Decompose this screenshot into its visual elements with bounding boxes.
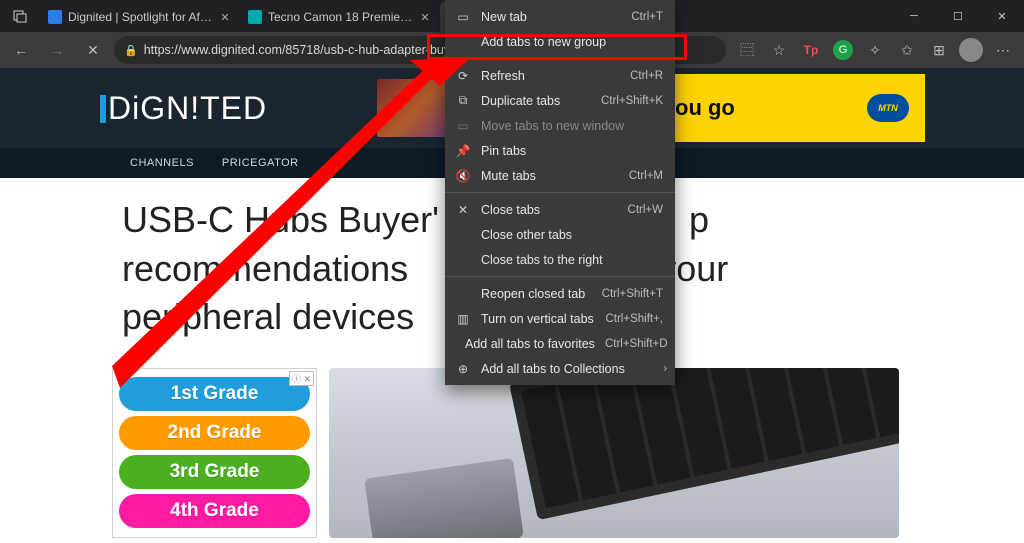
back-button[interactable]: ← <box>6 35 36 65</box>
more-menu-button[interactable]: ⋯ <box>988 35 1018 65</box>
menu-item-icon: ✕ <box>455 203 471 217</box>
site-logo[interactable]: DiGN!TED <box>100 90 267 127</box>
menu-item-turn-on-vertical-tabs[interactable]: ▥ Turn on vertical tabs Ctrl+Shift+, <box>445 306 675 331</box>
menu-item-close-tabs[interactable]: ✕ Close tabs Ctrl+W <box>445 197 675 222</box>
profile-avatar[interactable] <box>956 35 986 65</box>
menu-item-shortcut: Ctrl+Shift+, <box>605 313 663 325</box>
favicon-icon <box>248 10 262 24</box>
nav-pricegator[interactable]: PRICEGATOR <box>222 157 299 169</box>
menu-item-shortcut: Ctrl+W <box>628 204 663 216</box>
mtn-logo-icon: MTN <box>867 94 909 122</box>
menu-item-icon: ▭ <box>455 10 471 24</box>
extensions-icon[interactable]: ✧ <box>860 35 890 65</box>
grade-2-button[interactable]: 2nd Grade <box>119 416 310 450</box>
favorite-icon[interactable]: ☆ <box>764 35 794 65</box>
menu-item-icon: 📌 <box>455 144 471 158</box>
menu-item-refresh[interactable]: ⟳ Refresh Ctrl+R <box>445 63 675 88</box>
close-tab-icon[interactable]: ✕ <box>218 10 232 24</box>
menu-item-label: Add tabs to new group <box>481 35 653 49</box>
tab-actions-button[interactable] <box>0 0 40 32</box>
ad-close-icon[interactable]: ⓘ ✕ <box>289 371 314 386</box>
favorites-bar-icon[interactable]: ✩ <box>892 35 922 65</box>
menu-item-label: Add all tabs to Collections <box>481 362 653 376</box>
menu-item-label: Pin tabs <box>481 144 653 158</box>
article-heading: USB-C Hubs Buyer' p recommendations g yo… <box>0 178 820 342</box>
menu-item-label: Duplicate tabs <box>481 94 591 108</box>
nav-channels[interactable]: CHANNELS <box>130 157 194 169</box>
menu-item-shortcut: Ctrl+Shift+K <box>601 95 663 107</box>
menu-item-new-tab[interactable]: ▭ New tab Ctrl+T <box>445 4 675 29</box>
extension-grammarly-icon[interactable]: G <box>828 35 858 65</box>
header-ad-banner[interactable]: ou go MTN <box>665 74 925 142</box>
menu-item-label: New tab <box>481 10 621 24</box>
menu-item-close-tabs-to-the-right[interactable]: Close tabs to the right <box>445 247 675 272</box>
menu-item-label: Close tabs <box>481 203 618 217</box>
url-text: https://www.dignited.com/85718/usb-c-hub… <box>144 43 468 57</box>
menu-item-add-tabs-to-new-group[interactable]: Add tabs to new group <box>445 29 675 54</box>
sidebar-ad-grades[interactable]: ⓘ ✕ 1st Grade 2nd Grade 3rd Grade 4th Gr… <box>112 368 317 538</box>
extension-tp-icon[interactable]: Tp <box>796 35 826 65</box>
favicon-icon <box>48 10 62 24</box>
menu-item-mute-tabs[interactable]: 🔇 Mute tabs Ctrl+M <box>445 163 675 188</box>
menu-item-icon: ⊕ <box>455 362 471 376</box>
menu-item-pin-tabs[interactable]: 📌 Pin tabs <box>445 138 675 163</box>
menu-item-icon: ⧉ <box>455 93 471 108</box>
article-hero-image <box>329 368 899 538</box>
menu-item-duplicate-tabs[interactable]: ⧉ Duplicate tabs Ctrl+Shift+K <box>445 88 675 113</box>
menu-item-reopen-closed-tab[interactable]: Reopen closed tab Ctrl+Shift+T <box>445 281 675 306</box>
menu-item-close-other-tabs[interactable]: Close other tabs <box>445 222 675 247</box>
menu-item-icon: 🔇 <box>455 169 471 183</box>
menu-item-label: Refresh <box>481 69 620 83</box>
tab-context-menu[interactable]: ▭ New tab Ctrl+T Add tabs to new group ⟳ Refr… <box>445 0 675 385</box>
close-tab-icon[interactable]: ✕ <box>418 10 432 24</box>
grade-1-button[interactable]: 1st Grade <box>119 377 310 411</box>
menu-item-label: Move tabs to new window <box>481 119 653 133</box>
tab-1[interactable]: Dignited | Spotlight for African T ✕ <box>40 2 240 32</box>
reader-icon[interactable]: ⿳ <box>732 35 762 65</box>
ad-text: ou go <box>675 95 735 121</box>
grade-3-button[interactable]: 3rd Grade <box>119 455 310 489</box>
tab-label: Dignited | Spotlight for African T <box>68 10 214 24</box>
menu-item-shortcut: Ctrl+R <box>630 70 663 82</box>
menu-item-label: Mute tabs <box>481 169 619 183</box>
minimize-button[interactable]: ─ <box>892 0 936 32</box>
menu-item-shortcut: Ctrl+Shift+D <box>605 338 668 350</box>
window-controls: ─ ☐ ✕ <box>892 0 1024 32</box>
maximize-button[interactable]: ☐ <box>936 0 980 32</box>
close-window-button[interactable]: ✕ <box>980 0 1024 32</box>
tab-label: Tecno Camon 18 Premier Releas <box>268 10 414 24</box>
menu-item-label: Close tabs to the right <box>481 253 653 267</box>
menu-item-icon: ▭ <box>455 119 471 133</box>
menu-item-add-all-tabs-to-favorites[interactable]: Add all tabs to favorites Ctrl+Shift+D <box>445 331 675 356</box>
menu-item-label: Add all tabs to favorites <box>465 337 595 351</box>
collections-icon[interactable]: ⊞ <box>924 35 954 65</box>
menu-item-label: Reopen closed tab <box>481 287 592 301</box>
site-info-icon[interactable]: 🔒 <box>124 44 138 57</box>
menu-item-shortcut: Ctrl+M <box>629 170 663 182</box>
menu-item-label: Turn on vertical tabs <box>481 312 595 326</box>
forward-button: → <box>42 35 72 65</box>
tab-2[interactable]: Tecno Camon 18 Premier Releas ✕ <box>240 2 440 32</box>
menu-item-icon: ▥ <box>455 312 471 326</box>
chevron-right-icon: › <box>664 363 667 374</box>
menu-item-icon: ⟳ <box>455 69 471 83</box>
menu-item-shortcut: Ctrl+Shift+T <box>602 288 663 300</box>
menu-item-move-tabs-to-new-window: ▭ Move tabs to new window <box>445 113 675 138</box>
stop-reload-button[interactable]: ✕ <box>78 35 108 65</box>
menu-item-shortcut: Ctrl+T <box>631 11 663 23</box>
grade-4-button[interactable]: 4th Grade <box>119 494 310 528</box>
menu-item-label: Close other tabs <box>481 228 653 242</box>
menu-item-add-all-tabs-to-collections[interactable]: ⊕ Add all tabs to Collections › <box>445 356 675 381</box>
